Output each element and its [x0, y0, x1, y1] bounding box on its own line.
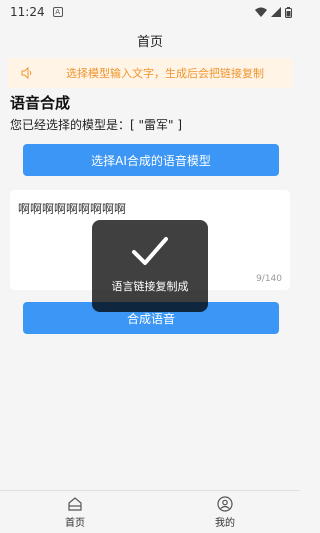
tab-profile[interactable]: 我的	[150, 491, 300, 533]
nav-bar: 首页	[0, 24, 300, 56]
section-title: 语音合成	[10, 94, 71, 112]
status-bar: 11:24 A	[0, 0, 300, 24]
toast-message: 语言链接复制成	[111, 280, 189, 293]
text-input-value: 啊啊啊啊啊啊啊啊啊	[18, 202, 127, 216]
signal-icon	[271, 7, 281, 17]
battery-icon	[285, 6, 292, 18]
status-time: 11:24	[10, 5, 45, 19]
home-icon	[68, 496, 82, 511]
notice-text: 选择模型输入文字，生成后会把链接复制	[66, 67, 264, 80]
toast: 语言链接复制成	[92, 220, 208, 312]
tab-bar: 首页 我的	[0, 490, 300, 533]
tab-profile-label: 我的	[215, 517, 235, 529]
notification-icon: A	[52, 7, 63, 17]
speaker-icon	[21, 66, 32, 80]
notice-banner: 选择模型输入文字，生成后会把链接复制	[8, 58, 292, 88]
user-icon	[217, 495, 233, 512]
char-counter: 9/140	[256, 274, 282, 284]
tab-home[interactable]: 首页	[0, 491, 150, 533]
wifi-icon	[255, 7, 267, 17]
select-model-button[interactable]: 选择AI合成的语音模型	[23, 144, 279, 176]
tab-home-label: 首页	[65, 517, 85, 529]
check-icon	[132, 237, 168, 265]
status-icons	[255, 6, 292, 18]
selected-model-text: 您已经选择的模型是：[ "雷军" ]	[10, 118, 183, 132]
page-title: 首页	[136, 34, 163, 50]
